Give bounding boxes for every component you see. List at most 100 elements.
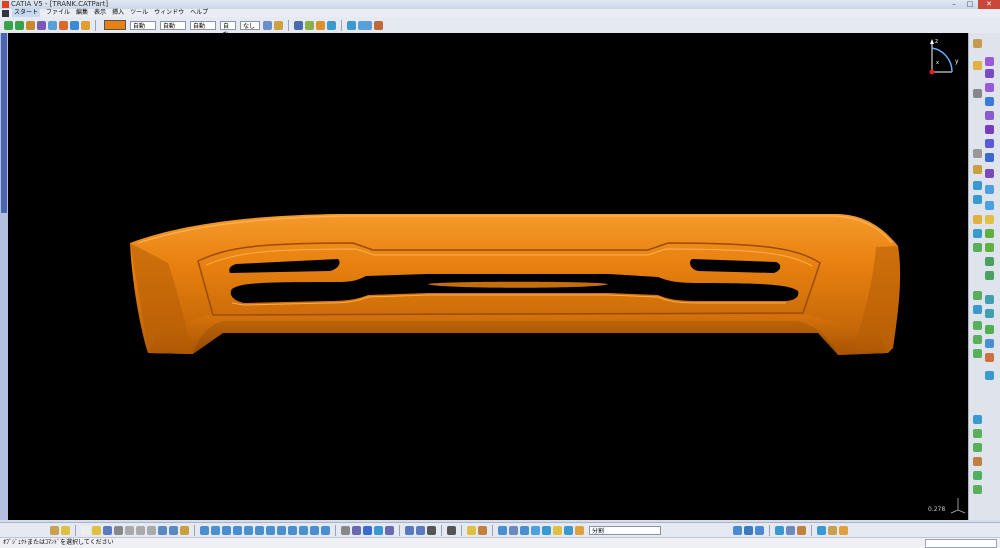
- formula-icon[interactable]: [341, 525, 350, 535]
- assemble-icon[interactable]: [973, 429, 982, 438]
- analysis-curvature-icon[interactable]: [775, 525, 784, 535]
- sew-icon[interactable]: [985, 309, 994, 318]
- pan-icon[interactable]: [222, 525, 231, 535]
- circle-icon[interactable]: [973, 215, 982, 224]
- line-icon[interactable]: [973, 149, 982, 158]
- lineweight-dropdown[interactable]: 自動: [190, 20, 216, 30]
- split-mode-dropdown[interactable]: 分割: [589, 525, 661, 535]
- fillet-icon[interactable]: [985, 185, 994, 194]
- axis-system-icon[interactable]: [509, 525, 518, 535]
- multi-view-icon[interactable]: [277, 525, 286, 535]
- split-icon[interactable]: [985, 295, 994, 304]
- mirror-icon[interactable]: [985, 353, 994, 362]
- analysis-icon[interactable]: [316, 20, 325, 30]
- remove-face-icon[interactable]: [985, 271, 994, 280]
- blend-icon[interactable]: [973, 335, 982, 344]
- print-icon[interactable]: [114, 525, 123, 535]
- menu-help[interactable]: ヘルプ: [190, 9, 208, 17]
- rotate-icon[interactable]: [233, 525, 242, 535]
- snap-icon[interactable]: [48, 20, 57, 30]
- spline-icon[interactable]: [294, 20, 303, 30]
- union-trim-icon[interactable]: [973, 485, 982, 494]
- fly-mode-icon[interactable]: [200, 525, 209, 535]
- zoom-out-icon[interactable]: [255, 525, 264, 535]
- close-surface-icon[interactable]: [985, 325, 994, 334]
- shading-icon[interactable]: [299, 525, 308, 535]
- copy-icon[interactable]: [136, 525, 145, 535]
- slot-icon[interactable]: [985, 139, 994, 148]
- add-icon[interactable]: [973, 443, 982, 452]
- grid-snap-icon[interactable]: [520, 525, 529, 535]
- comment-icon[interactable]: [352, 525, 361, 535]
- grid-icon[interactable]: [347, 20, 356, 30]
- shell-icon[interactable]: [985, 229, 994, 238]
- layer-dropdown[interactable]: なし: [240, 20, 260, 30]
- apply-icon[interactable]: [733, 525, 742, 535]
- extrude-icon[interactable]: [973, 291, 982, 300]
- redo-icon[interactable]: [169, 525, 178, 535]
- construction-icon[interactable]: [531, 525, 540, 535]
- offset-icon[interactable]: [973, 349, 982, 358]
- scrollbar-thumb[interactable]: [1, 33, 7, 213]
- surface-icon[interactable]: [327, 20, 336, 30]
- thickness-icon[interactable]: [985, 243, 994, 252]
- light-icon[interactable]: [839, 525, 848, 535]
- measure-between-icon[interactable]: [405, 525, 414, 535]
- chamfer-icon[interactable]: [985, 201, 994, 210]
- menu-file[interactable]: ファイル: [46, 9, 70, 17]
- hide-show-icon[interactable]: [310, 525, 319, 535]
- fit-all-icon[interactable]: [211, 525, 220, 535]
- thread-icon[interactable]: [985, 257, 994, 266]
- select-mode-icon[interactable]: [61, 525, 70, 535]
- revolve-icon[interactable]: [973, 305, 982, 314]
- iso-view-icon[interactable]: [288, 525, 297, 535]
- measure-icon[interactable]: [26, 20, 35, 30]
- sketch-plane-icon[interactable]: [498, 525, 507, 535]
- menu-window[interactable]: ウィンドウ: [154, 9, 184, 17]
- constraint-icon[interactable]: [542, 525, 551, 535]
- close-icon[interactable]: ✕: [978, 0, 1000, 9]
- minimize-icon[interactable]: –: [946, 0, 962, 9]
- move-icon[interactable]: [4, 20, 13, 30]
- shaft-icon[interactable]: [985, 83, 994, 92]
- rib-icon[interactable]: [985, 125, 994, 134]
- new-icon[interactable]: [81, 525, 90, 535]
- transparency-dropdown[interactable]: 自動: [130, 20, 156, 30]
- remove-icon[interactable]: [973, 457, 982, 466]
- sweep-icon[interactable]: [973, 321, 982, 330]
- document-menu-icon[interactable]: [2, 9, 9, 17]
- translate-feature-icon[interactable]: [985, 339, 994, 348]
- undo-icon[interactable]: [158, 525, 167, 535]
- normal-view-icon[interactable]: [266, 525, 275, 535]
- painter-icon[interactable]: [263, 20, 272, 30]
- table-icon[interactable]: [363, 525, 372, 535]
- tree-icon[interactable]: [973, 39, 982, 48]
- stiffener-icon[interactable]: [985, 153, 994, 162]
- knowledge-icon[interactable]: [374, 525, 383, 535]
- compass-icon[interactable]: z x y: [914, 36, 964, 80]
- boolean-icon[interactable]: [973, 415, 982, 424]
- catalog-browser-icon[interactable]: [755, 525, 764, 535]
- apply-material-icon[interactable]: [478, 525, 487, 535]
- publication-icon[interactable]: [744, 525, 753, 535]
- manipulate-icon[interactable]: [81, 20, 90, 30]
- catalog-icon[interactable]: [374, 20, 383, 30]
- point-icon[interactable]: [973, 181, 982, 190]
- loft-icon[interactable]: [985, 169, 994, 178]
- specification-tree-scrollbar[interactable]: [0, 33, 8, 520]
- dimension-icon[interactable]: [553, 525, 562, 535]
- maximize-icon[interactable]: □: [962, 0, 978, 9]
- connect-checker-icon[interactable]: [786, 525, 795, 535]
- zoom-in-icon[interactable]: [244, 525, 253, 535]
- cut-icon[interactable]: [125, 525, 134, 535]
- pad-icon[interactable]: [985, 57, 994, 66]
- environment-icon[interactable]: [828, 525, 837, 535]
- ellipse-icon[interactable]: [973, 229, 982, 238]
- workbench-icon[interactable]: [358, 20, 372, 30]
- plane-icon[interactable]: [973, 165, 982, 174]
- geometry-icon[interactable]: [564, 525, 573, 535]
- measure-item-icon[interactable]: [416, 525, 425, 535]
- draft-icon[interactable]: [985, 215, 994, 224]
- properties-icon[interactable]: [274, 20, 283, 30]
- pick-icon[interactable]: [37, 20, 46, 30]
